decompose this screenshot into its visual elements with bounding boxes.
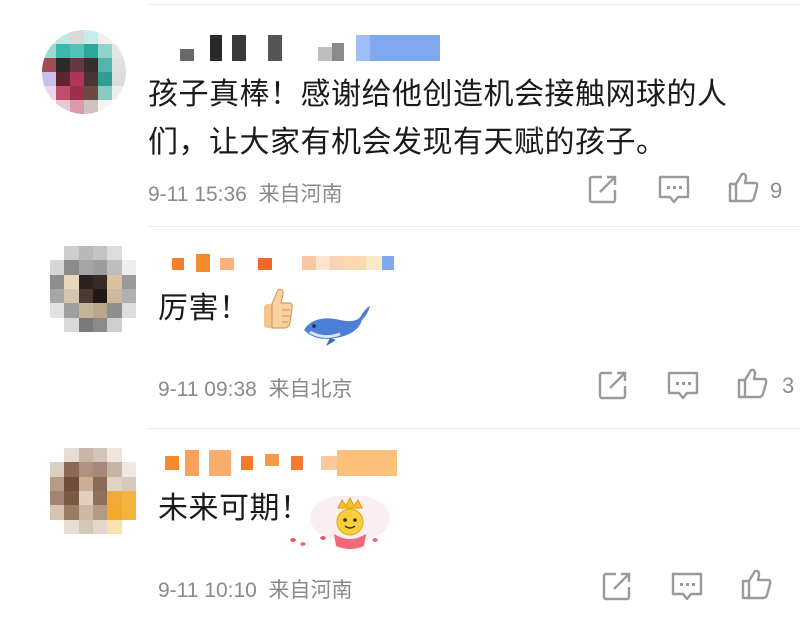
comment-location: 来自河南 [268,579,353,602]
username[interactable] [172,254,394,272]
crown-face-emoji [280,494,392,556]
comment-icon[interactable] [670,569,704,603]
avatar[interactable] [50,246,136,332]
share-icon[interactable] [596,368,630,402]
like-count: 3 [782,373,795,398]
comment-item: 孩子真棒！感谢给他创造机会接触网球的人 们，让大家有机会发现有天赋的孩子。 9-… [0,0,800,225]
comment-date: 9-11 10:10 [158,579,257,602]
whale-sticker [300,300,374,346]
comment-text: 厉害！ [158,291,250,326]
like-count: 9 [770,178,783,203]
avatar[interactable] [42,30,126,114]
comment-icon[interactable] [657,172,691,206]
comment-item: 未来可期！ 9-11 10:10 来自河南 [0,428,800,621]
comment-meta: 9-11 10:10 来自河南 [158,574,353,604]
thumbs-up-emoji [260,286,296,330]
comment-date: 9-11 15:36 [148,183,247,206]
like-count-clip: 3 [782,373,800,399]
username[interactable] [165,450,397,476]
comment-text-line: 孩子真棒！感谢给他创造机会接触网球的人 [148,77,728,112]
comment-date: 9-11 09:38 [158,378,257,401]
comment-icon[interactable] [666,368,700,402]
comment-location: 来自北京 [268,378,353,401]
comment-location: 来自河南 [258,183,343,206]
thumbs-up-icon[interactable] [736,366,770,400]
thumbs-up-icon[interactable] [727,170,761,204]
share-icon[interactable] [600,569,634,603]
comment-meta: 9-11 15:36 来自河南 [148,178,343,208]
comment-item: 厉害！ 9-11 09:38 来自北京 3 [0,226,800,426]
comment-text-line: 们，让大家有机会发现有天赋的孩子。 [148,125,667,160]
username[interactable] [180,35,440,61]
thumbs-up-icon[interactable] [740,567,774,601]
share-icon[interactable] [586,172,620,206]
avatar[interactable] [50,448,136,534]
comment-meta: 9-11 09:38 来自北京 [158,373,353,403]
